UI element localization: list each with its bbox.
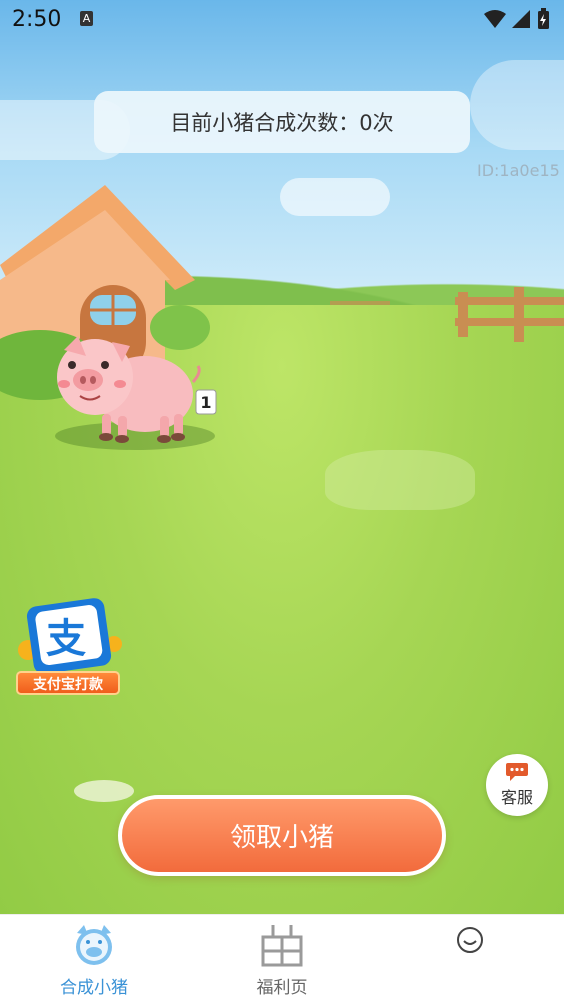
nav-item-welfare[interactable]: 福利页 [212, 915, 352, 1004]
notification-a-icon: A [80, 11, 93, 26]
nav-item-profile[interactable] [400, 915, 540, 1004]
claim-pig-label: 领取小猪 [229, 823, 334, 853]
signal-icon [512, 10, 530, 28]
nav-label-merge-pig: 合成小猪 [60, 978, 128, 998]
grid-tree-icon [261, 925, 303, 967]
nav-label-welfare: 福利页 [256, 978, 308, 998]
status-time: 2:50 [12, 7, 62, 32]
system-status-icons [484, 8, 549, 29]
flower-decoration [74, 780, 134, 802]
alipay-payout-label: 支付宝打款 [16, 671, 120, 695]
status-bar: 2:50 A [0, 0, 564, 40]
alipay-glyph: 支 [46, 616, 86, 662]
cloud [280, 178, 390, 216]
alipay-payout-badge[interactable]: 支 支付宝打款 [16, 598, 124, 700]
smiley-icon [457, 927, 483, 953]
claim-pig-button[interactable]: 领取小猪 [118, 795, 446, 876]
customer-service-button[interactable]: 客服 [486, 754, 548, 816]
pig-level-tag: 1 [200, 393, 212, 412]
wifi-icon [484, 10, 506, 28]
merge-count-banner: 目前小猪合成次数：0次 [94, 91, 470, 153]
cloud [470, 60, 564, 150]
app-screen: 1 2:50 A 目前小猪合成次数：0次 ID:1a0e15 支 支付宝打款 客… [0, 0, 564, 1004]
faded-pig-silhouette [325, 450, 475, 510]
pig-face-icon [76, 925, 112, 965]
bottom-nav: 合成小猪 福利页 [0, 914, 564, 1004]
merge-count-text: 目前小猪合成次数：0次 [170, 111, 394, 135]
chat-bubble-icon [506, 763, 528, 781]
device-id: ID:1a0e15 [477, 161, 560, 180]
customer-service-label: 客服 [500, 788, 533, 807]
nav-item-merge-pig[interactable]: 合成小猪 [24, 915, 164, 1004]
